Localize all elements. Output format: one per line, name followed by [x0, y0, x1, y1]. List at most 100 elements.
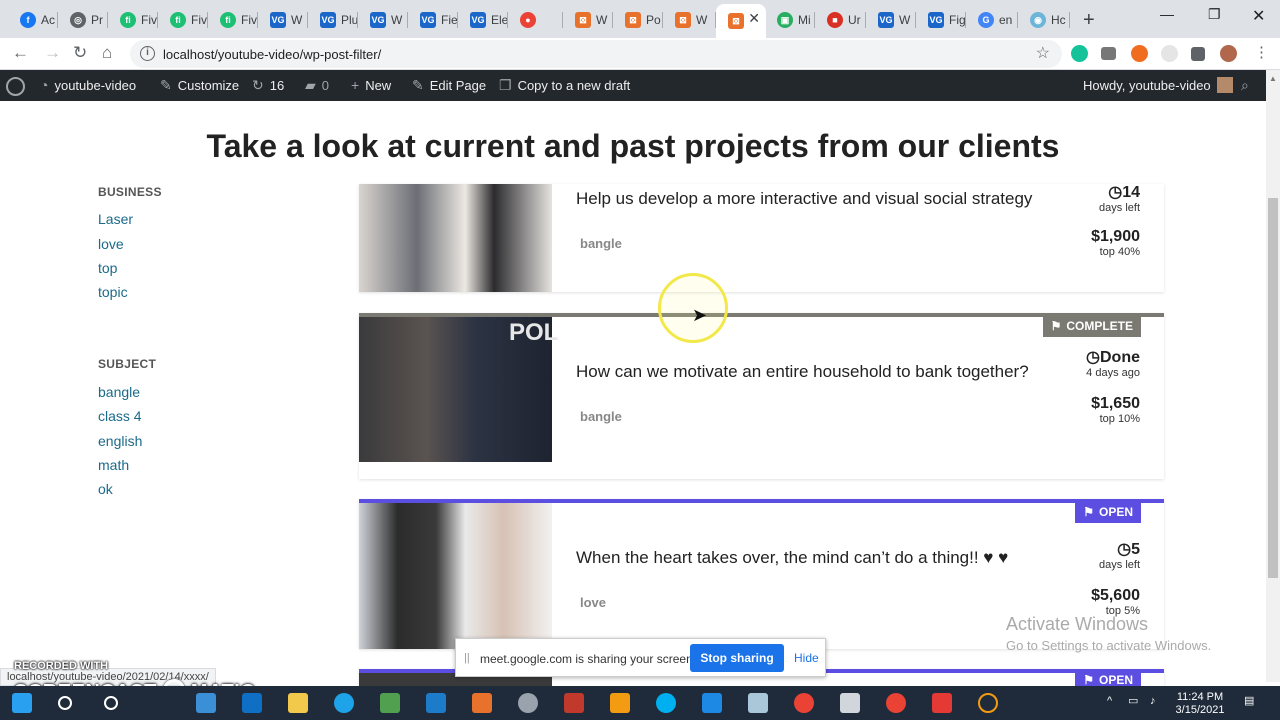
project-image[interactable]: POL — [359, 317, 558, 462]
wordpress-logo-icon[interactable] — [6, 77, 25, 96]
site-info-icon[interactable]: i — [140, 46, 155, 61]
app-window-icon[interactable] — [840, 693, 860, 713]
hide-button[interactable]: Hide — [794, 651, 819, 665]
browser-tab[interactable]: VG W — [258, 7, 308, 33]
browser-tab[interactable]: VG Plu — [308, 7, 358, 33]
admin-updates-link[interactable]: ↻ 16 — [252, 77, 284, 94]
project-tag[interactable]: bangle — [580, 409, 622, 424]
project-tag[interactable]: bangle — [580, 236, 622, 251]
project-title[interactable]: Help us develop a more interactive and v… — [576, 188, 1036, 210]
camera-extension-icon[interactable] — [1101, 47, 1116, 60]
puzzle-icon[interactable] — [1191, 47, 1205, 61]
minimize-button[interactable]: — — [1160, 6, 1174, 22]
grammarly-extension-icon[interactable] — [1071, 45, 1088, 62]
admin-site-link[interactable]: ◔ youtube-video — [40, 77, 136, 93]
kebab-menu-icon[interactable]: ⋮ — [1254, 43, 1269, 61]
tab-close-icon[interactable]: ✕ — [748, 10, 760, 27]
browser-tab[interactable]: fi Fiv — [158, 7, 208, 33]
sidebar-link-english[interactable]: english — [98, 433, 142, 449]
file-explorer-icon[interactable] — [288, 693, 308, 713]
project-image[interactable] — [359, 503, 552, 649]
chrome-icon[interactable] — [886, 693, 906, 713]
search-icon[interactable] — [58, 696, 72, 710]
vscode-icon[interactable] — [702, 693, 722, 713]
browser-tab[interactable]: VG Fie — [408, 7, 458, 33]
stop-sharing-button[interactable]: Stop sharing — [690, 644, 784, 672]
sidebar-link-love[interactable]: love — [98, 236, 124, 252]
project-card[interactable]: POL ⚑ COMPLETE How can we motivate an ent… — [359, 313, 1164, 479]
browser-tab[interactable]: ⊠ W — [563, 7, 613, 33]
project-title[interactable]: When the heart takes over, the mind can’… — [576, 547, 1036, 569]
project-title[interactable]: How can we motivate an entire household … — [576, 361, 1036, 383]
restore-button[interactable]: ❐ — [1208, 6, 1221, 23]
recorder-icon[interactable] — [978, 693, 998, 713]
mail-app-icon[interactable] — [196, 693, 216, 713]
back-icon[interactable]: ← — [12, 43, 29, 63]
profile-avatar[interactable] — [1220, 45, 1237, 62]
scrollbar-thumb[interactable] — [1268, 198, 1278, 578]
sidebar-link-bangle[interactable]: bangle — [98, 384, 140, 400]
browser-tab[interactable]: fi Fiv — [208, 7, 258, 33]
browser-tab[interactable]: VG W — [866, 7, 916, 33]
browser-tab[interactable]: ■ Ur — [815, 7, 866, 33]
browser-tab[interactable]: ▣ Mi — [765, 7, 815, 33]
browser-tab[interactable]: ⊠ Po — [613, 7, 663, 33]
browser-tab[interactable]: ◎ Pr — [58, 7, 108, 33]
admin-comments-link[interactable]: ▰ 0 — [305, 77, 329, 94]
outlook-icon[interactable] — [426, 693, 446, 713]
browser-tab[interactable]: ⊠ ✕ — [716, 4, 766, 38]
project-tag[interactable]: love — [580, 595, 606, 610]
admin-edit-page-link[interactable]: ✎ Edit Page — [412, 77, 486, 94]
tray-chevron-icon[interactable]: ^ — [1107, 695, 1112, 708]
extension-icon[interactable] — [1161, 45, 1178, 62]
scroll-up-arrow-icon[interactable]: ▲ — [1269, 74, 1277, 83]
sidebar-link-class-4[interactable]: class 4 — [98, 408, 142, 424]
browser-tab[interactable]: f Ac — [8, 7, 58, 33]
paint-icon[interactable] — [518, 693, 538, 713]
windows-start-icon[interactable] — [12, 693, 32, 713]
admin-search-icon[interactable]: ⌕ — [1241, 77, 1249, 94]
notepad-icon[interactable] — [748, 693, 768, 713]
sidebar-link-ok[interactable]: ok — [98, 481, 113, 497]
browser-tab[interactable]: Gen — [966, 7, 1018, 33]
sidebar-link-top[interactable]: top — [98, 260, 117, 276]
forward-icon[interactable]: → — [44, 43, 61, 63]
app-icon[interactable] — [380, 693, 400, 713]
volume-icon[interactable]: ♪ — [1150, 695, 1156, 708]
new-tab-button[interactable]: + — [1083, 9, 1095, 32]
admin-copy-draft-link[interactable]: ❐ Copy to a new draft — [499, 77, 630, 94]
browser-tab[interactable]: VG Fig — [916, 7, 966, 33]
home-icon[interactable]: ⌂ — [102, 43, 112, 63]
admin-account-menu[interactable]: Howdy, youtube-video — [1083, 77, 1233, 93]
network-icon[interactable]: ▭ — [1128, 695, 1138, 708]
sublime-icon[interactable] — [610, 693, 630, 713]
browser-tab[interactable]: fi Fiv — [108, 7, 158, 33]
browser-tab[interactable]: ● — [508, 7, 563, 33]
cortana-icon[interactable] — [104, 696, 118, 710]
chrome-icon[interactable] — [794, 693, 814, 713]
close-window-button[interactable]: ✕ — [1252, 6, 1265, 26]
drag-handle-icon[interactable]: || — [464, 652, 470, 664]
reload-icon[interactable]: ↻ — [73, 43, 87, 63]
bookmark-star-icon[interactable]: ☆ — [1036, 43, 1050, 63]
browser-tab[interactable]: ◉ Hc — [1018, 7, 1070, 33]
sidebar-link-laser[interactable]: Laser — [98, 211, 133, 227]
store-icon[interactable] — [242, 693, 262, 713]
sidebar-link-math[interactable]: math — [98, 457, 129, 473]
browser-tab[interactable]: VG W — [358, 7, 408, 33]
project-card[interactable]: Help us develop a more interactive and v… — [359, 184, 1164, 292]
admin-new-link[interactable]: + New — [351, 77, 391, 93]
xampp-icon[interactable] — [472, 693, 492, 713]
skype-icon[interactable] — [656, 693, 676, 713]
project-image[interactable] — [359, 184, 552, 292]
app-icon[interactable] — [932, 693, 952, 713]
filezilla-icon[interactable] — [564, 693, 584, 713]
clock[interactable]: 11:24 PM 3/15/2021 — [1170, 691, 1230, 717]
admin-customize-link[interactable]: ✎ Customize — [160, 77, 239, 94]
browser-tab[interactable]: VG Ele — [458, 7, 508, 33]
address-bar[interactable]: i localhost/youtube-video/wp-post-filter… — [130, 40, 1062, 68]
browser-tab[interactable]: ⊠ W — [663, 7, 716, 33]
fire-extension-icon[interactable] — [1131, 45, 1148, 62]
edge-icon[interactable] — [334, 693, 354, 713]
sidebar-link-topic[interactable]: topic — [98, 284, 128, 300]
